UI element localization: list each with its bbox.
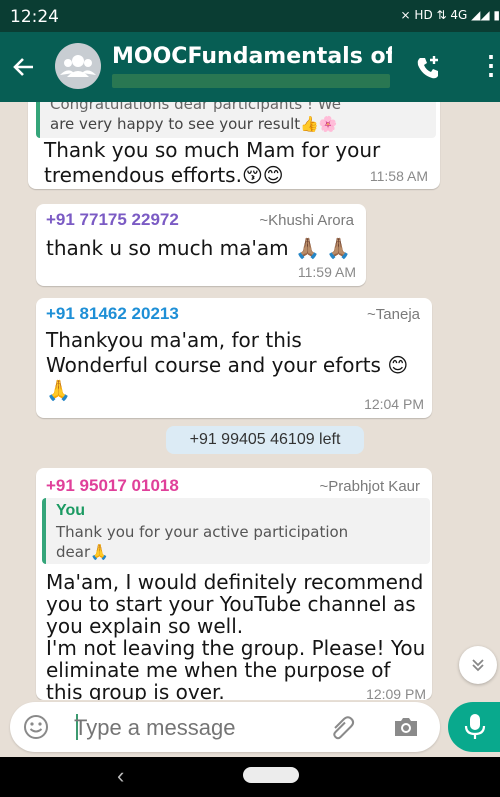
message-bubble[interactable]: +91 95017 01018 ~Prabhjot Kaur You Thank… — [36, 468, 432, 700]
group-icon — [60, 55, 96, 77]
message-bubble[interactable]: +91 81462 20213 ~Taneja Thankyou ma'am, … — [36, 298, 432, 418]
message-time: 12:04 PM — [364, 396, 424, 412]
quote-text: Thank you for your active participation — [56, 523, 349, 541]
message-text: thank u so much ma'am 🙏🏽 🙏🏽 — [46, 236, 352, 260]
message-composer — [10, 702, 440, 752]
message-bubble[interactable]: +91 77175 22972 ~Khushi Arora thank u so… — [36, 204, 366, 286]
message-text: tremendous efforts.😚😊 — [44, 163, 284, 187]
sender-name: ~Prabhjot Kaur — [319, 478, 420, 495]
quote-text: Congratulations dear participants ! We — [50, 102, 341, 113]
add-call-icon — [417, 56, 438, 79]
message-bubble[interactable]: Congratulations dear participants ! We a… — [28, 102, 440, 189]
scroll-down-button[interactable] — [459, 646, 497, 684]
nav-home-button[interactable] — [243, 767, 299, 783]
group-members-subtitle — [112, 74, 390, 88]
message-text: Wonderful course and your eforts 😊 — [46, 353, 409, 377]
arrow-left-icon — [13, 58, 33, 76]
status-time: 12:24 — [10, 7, 59, 27]
message-text: Thank you so much Mam for your — [44, 138, 381, 162]
sender-name: ~Taneja — [367, 306, 420, 323]
message-text: Thankyou ma'am, for this — [46, 328, 302, 352]
message-time: 11:58 AM — [369, 168, 428, 184]
emoji-button[interactable] — [23, 714, 49, 740]
status-bar: 12:24 ⨯ HD ⇅ 4G ◢◢ ▮ — [0, 0, 500, 32]
voice-message-button[interactable] — [448, 702, 500, 752]
double-chevron-down-icon — [472, 659, 484, 672]
emoji-icon — [24, 715, 48, 739]
quote-text: are very happy to see your result👍🌸 — [50, 115, 338, 133]
paperclip-icon — [333, 716, 355, 740]
sender-number[interactable]: +91 77175 22972 — [46, 210, 179, 230]
status-icons: ⨯ HD ⇅ 4G ◢◢ ▮ — [400, 8, 500, 22]
group-avatar[interactable] — [55, 43, 101, 89]
message-text: this group is over. — [46, 680, 225, 700]
nav-back-button[interactable]: ‹ — [117, 763, 137, 788]
quote-author: You — [56, 502, 86, 519]
attach-button[interactable] — [328, 714, 356, 742]
quote-text: dear🙏 — [56, 543, 109, 561]
chat-title[interactable]: MOOCFundamentals of... — [112, 44, 392, 69]
sender-number[interactable]: +91 95017 01018 — [46, 476, 179, 496]
sender-number[interactable]: +91 81462 20213 — [46, 304, 179, 324]
back-button[interactable] — [12, 48, 52, 84]
chat-messages[interactable]: Congratulations dear participants ! We a… — [0, 102, 500, 700]
chat-header: MOOCFundamentals of... ⋮ — [0, 32, 500, 102]
message-time: 11:59 AM — [297, 264, 356, 280]
microphone-icon — [464, 714, 486, 739]
message-time: 12:09 PM — [366, 686, 426, 700]
add-call-button[interactable] — [410, 50, 446, 86]
message-text: 🙏 — [46, 378, 71, 402]
camera-icon — [395, 718, 417, 736]
quoted-message[interactable]: Congratulations dear participants ! We a… — [36, 102, 436, 138]
message-input[interactable] — [72, 710, 316, 746]
quoted-message[interactable]: You Thank you for your active participat… — [42, 498, 430, 564]
more-vertical-icon[interactable]: ⋮ — [478, 50, 500, 86]
system-nav-bar: ‹ — [0, 757, 500, 797]
system-notice: +91 99405 46109 left — [166, 426, 364, 454]
camera-button[interactable] — [392, 714, 420, 740]
sender-name: ~Khushi Arora — [259, 212, 354, 229]
